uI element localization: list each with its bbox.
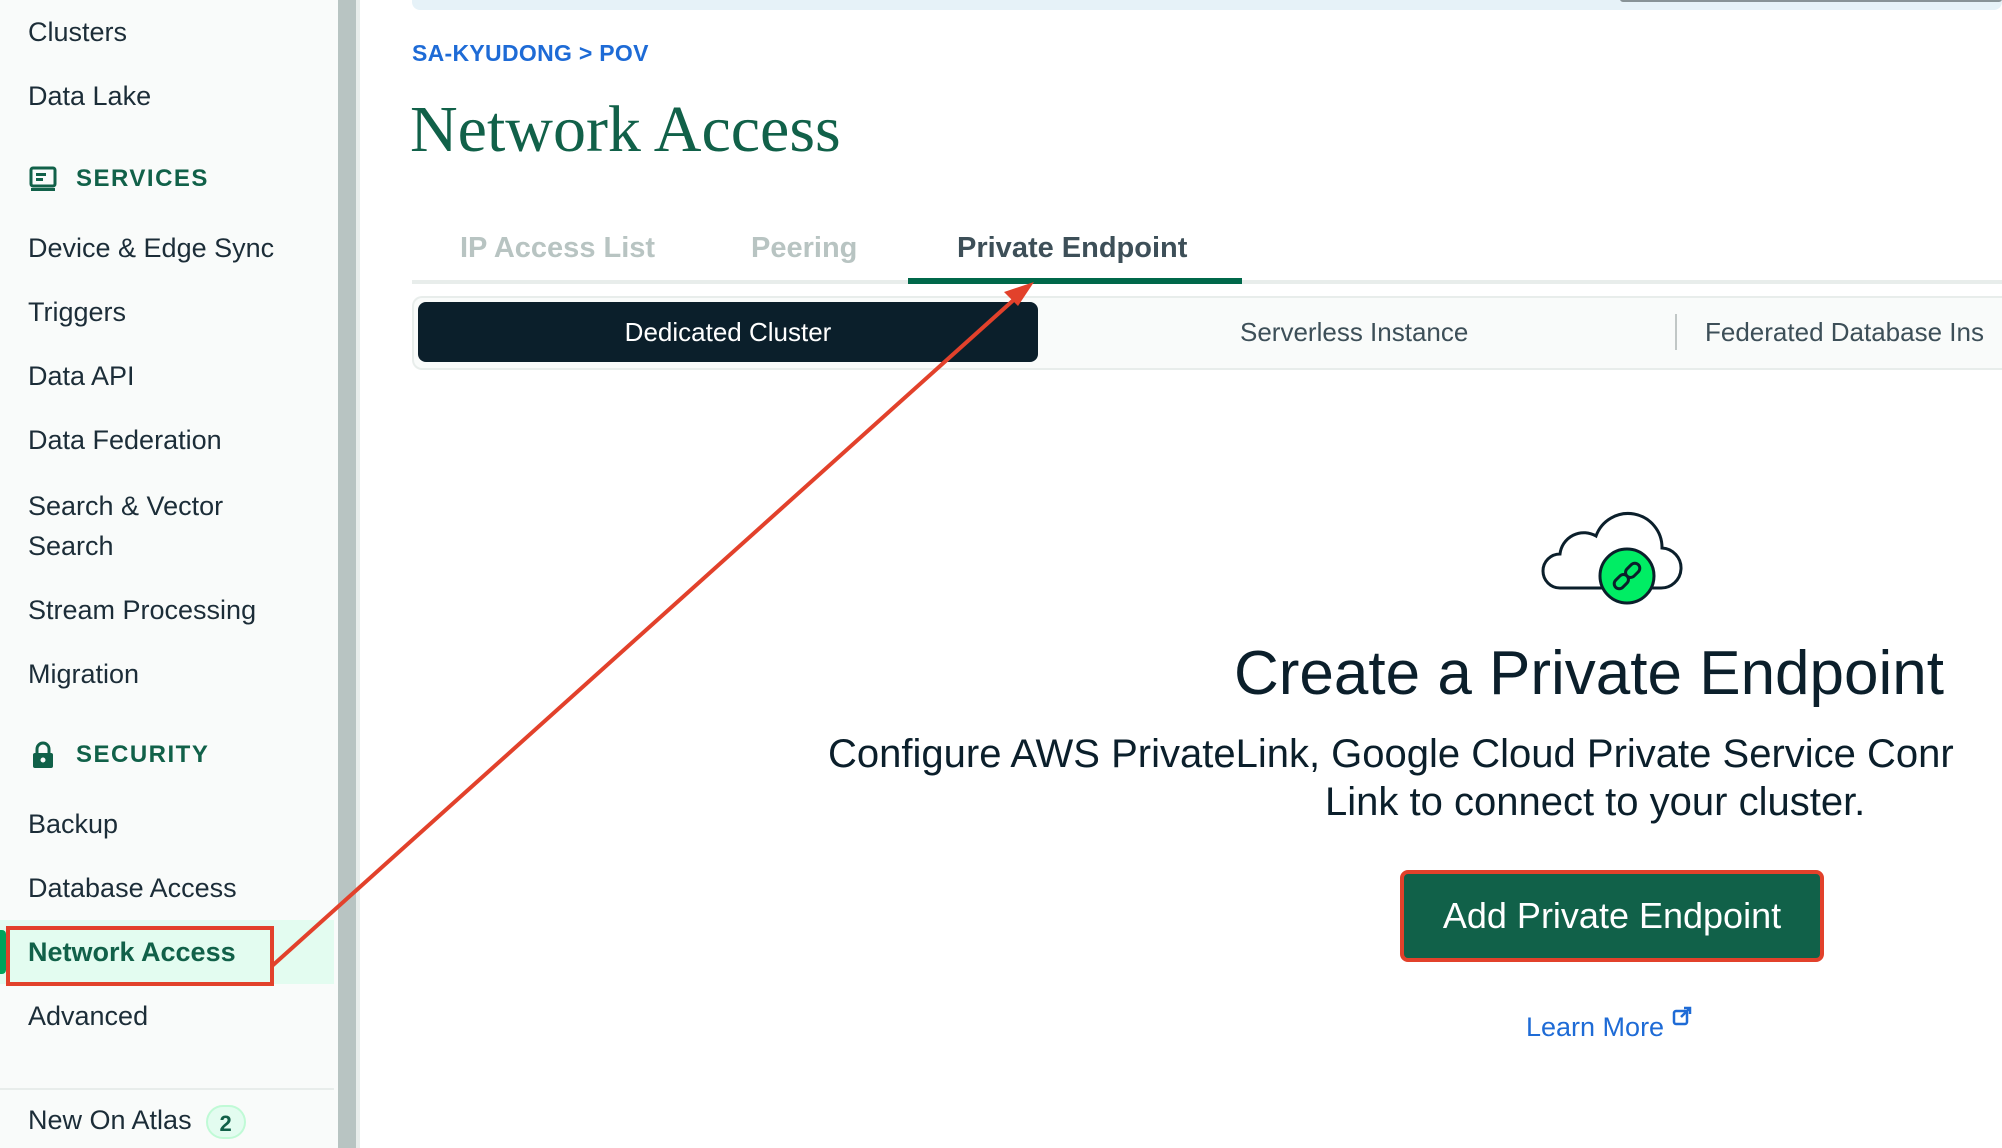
add-private-endpoint-label: Add Private Endpoint: [1442, 895, 1782, 936]
tab-bar: IP Access List Peering Private Endpoint: [412, 222, 2002, 284]
breadcrumb[interactable]: SA-KYUDONG > POV: [412, 40, 649, 67]
sidebar-item-database-access[interactable]: Database Access: [28, 868, 237, 908]
annotation-box-network-access: [6, 926, 274, 986]
sidebar-item-advanced[interactable]: Advanced: [28, 996, 148, 1036]
sidebar-section-security-label: SECURITY: [76, 741, 210, 768]
sidebar-border: [356, 0, 360, 1148]
sidebar-item-device-edge-sync[interactable]: Device & Edge Sync: [28, 228, 274, 268]
sidebar-section-services-label: SERVICES: [76, 165, 209, 192]
segment-separator: [1675, 314, 1677, 350]
segment-dedicated-cluster[interactable]: Dedicated Cluster: [418, 302, 1038, 362]
sidebar-item-new-on-atlas[interactable]: New On Atlas 2: [28, 1100, 246, 1140]
tab-private-endpoint[interactable]: Private Endpoint: [957, 232, 1187, 265]
tab-ip-access-list[interactable]: IP Access List: [460, 232, 655, 265]
sidebar-item-stream-processing[interactable]: Stream Processing: [28, 590, 256, 630]
empty-state-description-line2: Link to connect to your cluster.: [1325, 780, 1866, 824]
cloud-link-icon: [1530, 500, 1690, 610]
learn-more-link[interactable]: Learn More: [1526, 1006, 1692, 1043]
sidebar-item-search-vector-line1: Search & Vector: [28, 491, 224, 521]
segment-serverless-instance[interactable]: Serverless Instance: [1240, 302, 1468, 362]
sidebar-item-migration[interactable]: Migration: [28, 654, 139, 694]
sidebar-item-search-vector-line2: Search: [28, 531, 114, 561]
sidebar-item-data-federation[interactable]: Data Federation: [28, 420, 222, 460]
sidebar-section-services: SERVICES: [28, 164, 209, 194]
sidebar-scrollbar[interactable]: [338, 0, 356, 1148]
new-on-atlas-count-badge: 2: [205, 1104, 246, 1139]
empty-state-description-line1: Configure AWS PrivateLink, Google Cloud …: [828, 732, 1954, 776]
services-icon: [28, 164, 58, 194]
sidebar-item-backup[interactable]: Backup: [28, 804, 118, 844]
empty-state-title: Create a Private Endpoint: [1234, 639, 1944, 708]
external-link-icon: [1672, 1006, 1692, 1031]
sidebar-item-data-api[interactable]: Data API: [28, 356, 135, 396]
lock-icon: [28, 740, 58, 770]
sidebar-divider: [0, 1088, 334, 1090]
sidebar-item-clusters[interactable]: Clusters: [28, 12, 127, 52]
sidebar-item-triggers[interactable]: Triggers: [28, 292, 126, 332]
sidebar-section-security: SECURITY: [28, 740, 209, 770]
add-private-endpoint-button[interactable]: Add Private Endpoint: [1400, 870, 1824, 962]
tab-active-underline: [908, 278, 1242, 284]
tab-peering[interactable]: Peering: [751, 232, 857, 265]
sidebar-item-search-vector[interactable]: Search & Vector Search: [28, 486, 223, 566]
sidebar-item-data-lake[interactable]: Data Lake: [28, 76, 151, 116]
learn-more-label: Learn More: [1526, 1012, 1665, 1042]
page-title: Network Access: [410, 93, 841, 166]
new-on-atlas-label: New On Atlas: [28, 1105, 192, 1135]
top-search-field-edge[interactable]: [1620, 0, 2002, 2]
segment-federated-database-instance[interactable]: Federated Database Ins: [1705, 302, 1984, 362]
